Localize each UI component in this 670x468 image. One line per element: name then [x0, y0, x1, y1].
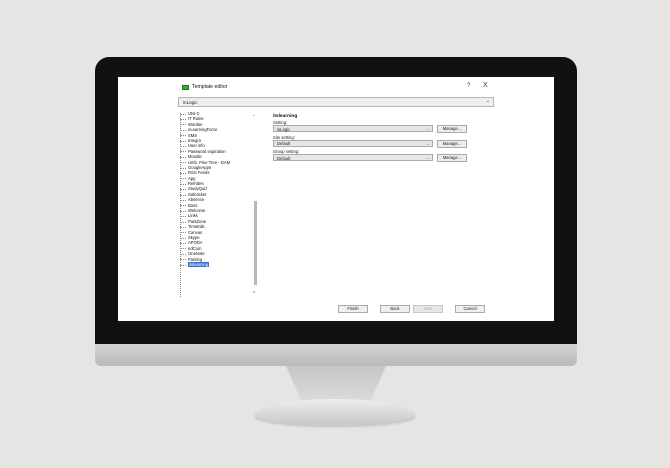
tree-item-label: Absence — [188, 197, 205, 203]
tree-item-label: ParkZone — [188, 218, 207, 224]
tree-item-label: Links — [188, 213, 198, 219]
site-setting-select[interactable]: Default ⌄ — [273, 139, 433, 147]
tree-item-label: TimeEdit — [188, 224, 205, 230]
module-tree: UNI-C IT Rules Wordier eLearningForce SMS Int… — [178, 111, 262, 297]
dialog-titlebar: Template editor ? X — [178, 81, 494, 95]
chevron-down-icon: ⌄ — [426, 126, 430, 131]
tree-item-label: Integro — [188, 137, 202, 143]
tree-item-label: Skype — [188, 234, 200, 240]
tree-item[interactable]: itslearning — [178, 261, 262, 267]
tree-item-label: UNI-C — [188, 111, 200, 116]
tree-item-label: Umb. Pine Tree - DAM — [188, 159, 231, 165]
site-setting-manage-button[interactable]: Manage... — [437, 139, 467, 148]
template-select[interactable]: inLogic ⌄ — [178, 97, 494, 107]
tree-item-label: App — [188, 175, 196, 181]
tree-item-label: StudyQuiz — [188, 186, 208, 192]
tree-item-label: Password expiration — [188, 148, 226, 154]
tree-item-label: edCom — [188, 245, 202, 251]
monitor-stand — [255, 399, 415, 425]
setting-manage-button[interactable]: Manage... — [437, 125, 467, 133]
app-icon — [182, 85, 189, 90]
tree-item-label: Safeticket — [188, 191, 207, 197]
finish-button[interactable]: Finish — [338, 305, 368, 313]
tree-item-label: itslearning — [188, 261, 210, 267]
tree-item-label: Boss — [188, 202, 198, 208]
tree-item-label: APODA — [188, 240, 203, 246]
cancel-button[interactable]: Cancel — [455, 305, 485, 313]
chevron-down-icon: ⌄ — [426, 140, 430, 146]
group-setting-select[interactable]: Default ⌄ — [273, 154, 433, 161]
back-button[interactable]: Back — [380, 305, 410, 313]
tree-item-label: RSS Feeds — [188, 170, 210, 176]
chevron-down-icon: ⌄ — [426, 155, 430, 160]
tree-scrollbar[interactable]: ^ v — [253, 113, 258, 297]
tree-item-label: Moodle — [188, 154, 202, 160]
tree-item-label: Parking — [188, 256, 203, 262]
tree-item-label: OneNote — [188, 251, 205, 257]
monitor-neck — [286, 366, 386, 402]
tree-item-label: User info — [188, 143, 205, 149]
monitor-screen: Template editor ? X inLogic ⌄ UNI-C IT Ru… — [118, 77, 554, 321]
tree-item-label: GoogleApps — [188, 164, 212, 170]
tree-item-label: eLearningForce — [188, 127, 218, 133]
tree-item-label: IT Rules — [188, 116, 204, 122]
settings-panel: itslearning Setting: inLogic ⌄ Manage...… — [273, 114, 495, 164]
tree-item-label: Refrides — [188, 181, 204, 187]
group-setting-select-value: Default — [277, 155, 291, 161]
template-select-value: inLogic — [183, 99, 198, 105]
setting-select[interactable]: inLogic ⌄ — [273, 125, 433, 132]
tree-item-label: Wordier — [188, 121, 203, 127]
tree-item-label: SMS — [188, 132, 198, 138]
scroll-thumb[interactable] — [254, 201, 257, 285]
tree-item-label: Canvas — [188, 229, 203, 235]
setting-select-value: inLogic — [277, 126, 291, 132]
chevron-down-icon: ⌄ — [485, 98, 490, 104]
chevron-down-icon[interactable]: v — [253, 289, 255, 294]
next-button[interactable]: Next — [413, 305, 443, 313]
monitor-chin — [95, 344, 577, 366]
site-setting-select-value: Default — [277, 141, 291, 146]
dialog-title: Template editor — [192, 84, 228, 90]
group-setting-manage-button[interactable]: Manage... — [437, 154, 467, 162]
help-button[interactable]: ? — [467, 83, 470, 89]
chevron-up-icon[interactable]: ^ — [253, 113, 255, 118]
tree-item-label: Welcome — [188, 208, 206, 214]
close-button[interactable]: X — [483, 82, 488, 89]
